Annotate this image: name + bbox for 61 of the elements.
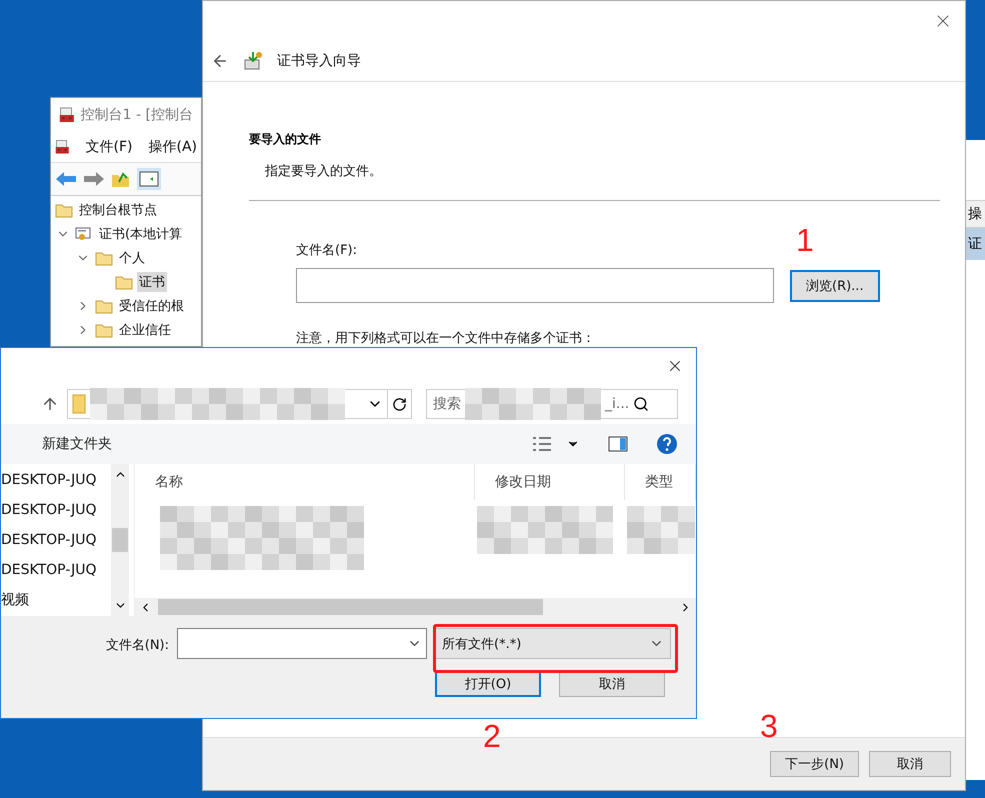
certificate-icon [75, 226, 93, 242]
step-number: 2 [483, 718, 501, 755]
tree-item[interactable]: 控制台根节点 [77, 200, 159, 220]
navigation-item[interactable]: DESKTOP-JUQ [1, 465, 111, 495]
search-icon [633, 396, 650, 412]
menu-item[interactable]: 文件(F) [86, 138, 132, 156]
list-item[interactable]: 证 [965, 228, 985, 260]
back-arrow-icon[interactable] [55, 171, 77, 187]
pane-toggle-icon[interactable] [137, 168, 161, 190]
cancel-button[interactable]: 取消 [869, 751, 951, 777]
folder-icon [72, 394, 86, 414]
folder-icon [115, 274, 133, 290]
column-header[interactable]: 名称 [135, 464, 475, 500]
search-field[interactable]: 搜索 _i... [426, 389, 678, 419]
folder-icon [95, 322, 113, 338]
tree-item[interactable]: 证书(本地计算 [97, 224, 184, 244]
help-icon[interactable] [656, 433, 678, 455]
scroll-thumb[interactable] [158, 599, 543, 615]
folder-icon [95, 250, 113, 266]
note-text: 注意，用下列格式可以在一个文件中存储多个证书： [296, 330, 596, 347]
refresh-icon [392, 396, 407, 412]
column-header: 操 [965, 200, 985, 228]
column-header[interactable]: 类型 [625, 464, 696, 500]
field-label: 文件名(F): [296, 242, 358, 259]
step-number: 1 [796, 222, 814, 259]
preview-pane-icon[interactable] [608, 436, 628, 452]
column-header[interactable]: 修改日期 [475, 464, 625, 500]
scroll-thumb[interactable] [112, 528, 128, 552]
tree-item[interactable]: 受信任的根 [117, 296, 186, 316]
folder-icon [55, 202, 73, 218]
field-label: 文件名(N): [104, 637, 169, 655]
up-button[interactable] [41, 395, 59, 413]
certificate-install-icon [243, 51, 263, 71]
new-folder-button[interactable]: 新建文件夹 [42, 435, 112, 453]
file-name-field[interactable] [296, 268, 774, 303]
file-name-combobox[interactable] [177, 628, 427, 659]
folder-icon [95, 298, 113, 314]
toolbox-icon [59, 105, 75, 125]
navigation-item[interactable]: 视频 [1, 585, 111, 615]
navigation-item[interactable]: DESKTOP-JUQ [1, 555, 111, 585]
file-type-select[interactable]: 所有文件(*.*) [435, 628, 671, 659]
wizard-title: 证书导入向导 [277, 52, 361, 70]
vertical-scrollbar[interactable] [111, 464, 129, 616]
menu-item[interactable]: 操作(A) [148, 138, 197, 156]
window-title: 控制台1 - [控制台 [80, 106, 193, 124]
section-title: 要导入的文件 [249, 131, 322, 148]
folder-up-icon[interactable] [111, 170, 131, 188]
view-list-icon[interactable] [532, 436, 552, 452]
back-button[interactable] [211, 52, 229, 70]
blurred-text [627, 506, 695, 554]
tree-item[interactable]: 证书 [137, 272, 167, 292]
tree-item[interactable]: 企业信任 [117, 320, 173, 340]
browse-button[interactable]: 浏览(R)... [790, 270, 880, 302]
navigation-item[interactable]: DESKTOP-JUQ [1, 495, 111, 525]
tree-item[interactable]: 个人 [117, 248, 147, 268]
navigation-item[interactable]: DESKTOP-JUQ [1, 525, 111, 555]
horizontal-scrollbar[interactable] [135, 598, 696, 616]
step-number: 3 [760, 708, 778, 745]
next-button[interactable]: 下一步(N) [770, 751, 859, 777]
forward-arrow-icon[interactable] [83, 171, 105, 187]
section-subtitle: 指定要导入的文件。 [265, 163, 383, 180]
